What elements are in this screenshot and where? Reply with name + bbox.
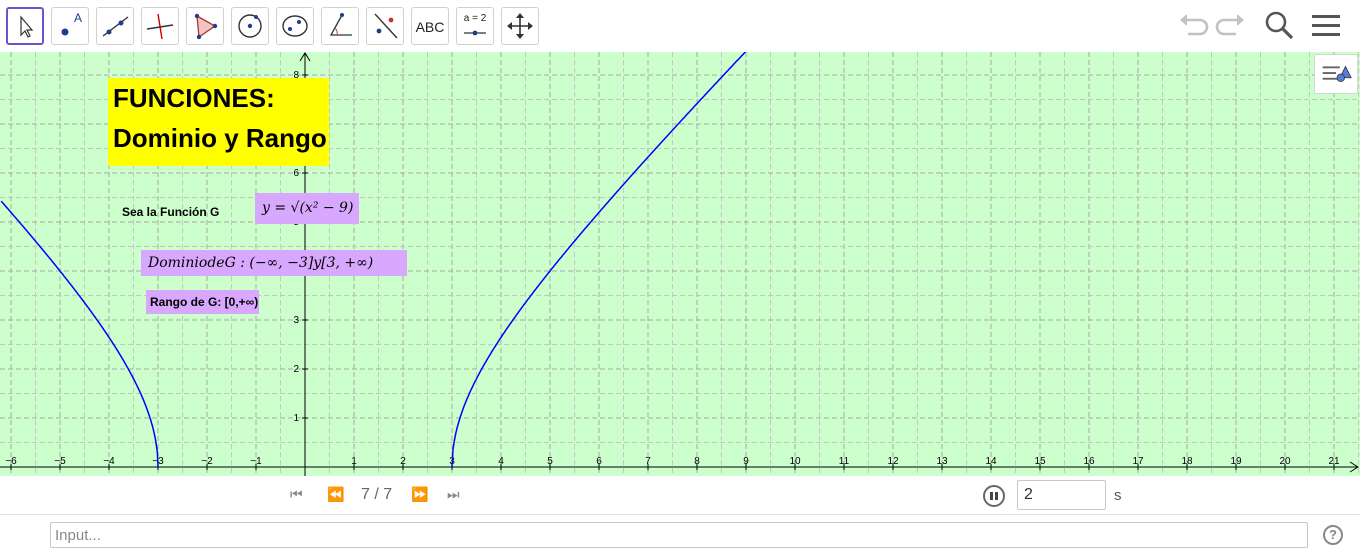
previous-step-icon[interactable]: ⏪ [327, 486, 344, 503]
speed-input[interactable] [1017, 480, 1106, 510]
style-bar-toggle-button[interactable] [1314, 54, 1358, 94]
redo-button[interactable] [1214, 9, 1248, 43]
x-tick-label: 18 [1181, 456, 1193, 467]
menu-button[interactable] [1309, 9, 1343, 43]
speed-unit-label: s [1114, 487, 1122, 504]
animation-bar: ⏮ ⏪ 7 / 7 ⏩ ⏭ s [0, 476, 1360, 515]
x-tick-label: 12 [887, 456, 899, 467]
first-step-icon[interactable]: ⏮ [290, 486, 303, 503]
x-tick-label: 10 [789, 456, 801, 467]
move-graphics-icon [507, 13, 533, 39]
x-tick-label: 21 [1328, 456, 1340, 467]
help-icon[interactable]: ? [1323, 525, 1343, 545]
angle-icon [329, 13, 352, 36]
search-icon [1265, 11, 1294, 40]
text-tool-label: ABC [415, 19, 445, 35]
title-line-1: FUNCIONES: [113, 83, 275, 113]
next-step-icon[interactable]: ⏩ [411, 486, 428, 503]
search-button[interactable] [1262, 9, 1296, 43]
reflect-tool-button[interactable] [366, 7, 404, 45]
x-tick-label: 19 [1230, 456, 1242, 467]
curve-branch-left [0, 200, 159, 468]
pause-icon[interactable] [983, 485, 1005, 507]
range-text[interactable]: Rango de G: [0,+∞) [146, 290, 259, 314]
redo-icon [1215, 14, 1244, 36]
line-tool-button[interactable] [96, 7, 134, 45]
perpendicular-line-icon [146, 13, 174, 40]
point-tool-button[interactable]: A [51, 7, 89, 45]
step-indicator: 7 / 7 [361, 486, 393, 503]
x-tick-label: 4 [498, 456, 504, 467]
point-tool-label: A [73, 11, 82, 25]
polygon-tool-button[interactable] [186, 7, 224, 45]
move-view-tool-button[interactable] [501, 7, 539, 45]
x-tick-label: −1 [250, 456, 262, 467]
x-tick-label: 2 [400, 456, 406, 467]
y-tick-label: 6 [293, 168, 299, 179]
x-tick-label: 17 [1132, 456, 1144, 467]
algebra-input[interactable] [50, 522, 1308, 548]
graphics-view[interactable]: −6 −5 −4 −3 −2 −1 1 2 3 4 5 6 7 8 9 10 11 12 13 14 15 16 17 18 1… [0, 52, 1360, 476]
slider-icon [464, 30, 486, 36]
x-tick-label: 9 [743, 456, 749, 467]
ellipse-tool-button[interactable] [276, 7, 314, 45]
x-tick-label: 15 [1034, 456, 1046, 467]
x-tick-label: 13 [936, 456, 948, 467]
ellipse-icon [282, 15, 308, 37]
x-tick-label: 14 [985, 456, 997, 467]
function-formula[interactable]: y = √(x² − 9) [255, 193, 359, 224]
title-line-2: Dominio y Rango [113, 123, 327, 153]
last-step-icon[interactable]: ⏭ [447, 486, 460, 503]
x-tick-label: 6 [596, 456, 602, 467]
title-box[interactable]: FUNCIONES: Dominio y Rango [108, 78, 329, 166]
arrow-cursor-icon [20, 15, 34, 38]
x-tick-label: −4 [103, 456, 115, 467]
circle-icon [238, 14, 262, 38]
x-tick-label: −6 [5, 456, 17, 467]
x-tick-label: 5 [547, 456, 553, 467]
undo-icon [1180, 14, 1209, 36]
y-tick-label: 1 [293, 413, 299, 424]
x-tick-label: 11 [839, 456, 850, 467]
undo-button[interactable] [1176, 9, 1210, 43]
angle-tool-button[interactable] [321, 7, 359, 45]
x-tick-label: 20 [1279, 456, 1291, 467]
style-bar-icon [1322, 65, 1352, 82]
x-tick-label: 7 [645, 456, 651, 467]
polygon-icon [194, 13, 218, 40]
input-bar: ? [0, 515, 1360, 558]
move-tool-button[interactable] [6, 7, 44, 45]
function-intro-label[interactable]: Sea la Función G [122, 205, 219, 219]
line-icon [102, 16, 129, 37]
slider-tool-button[interactable]: a = 2 [456, 7, 494, 45]
y-tick-label: 3 [293, 315, 299, 326]
circle-tool-button[interactable] [231, 7, 269, 45]
x-tick-label: −2 [201, 456, 213, 467]
curve-branch-right [451, 52, 747, 468]
reflect-icon [374, 13, 398, 39]
x-tick-label: −5 [54, 456, 66, 467]
domain-formula[interactable]: DominiodeG : (−∞, −3]y[3, +∞) [141, 250, 407, 276]
x-tick-label: 8 [694, 456, 700, 467]
x-tick-label: 16 [1083, 456, 1095, 467]
x-tick-label: 1 [351, 456, 357, 467]
y-tick-label: 2 [293, 364, 299, 375]
menu-icon [1312, 15, 1340, 36]
toolbar: A ABC a = 2 [0, 0, 1360, 53]
text-tool-button[interactable]: ABC [411, 7, 449, 45]
perpendicular-tool-button[interactable] [141, 7, 179, 45]
